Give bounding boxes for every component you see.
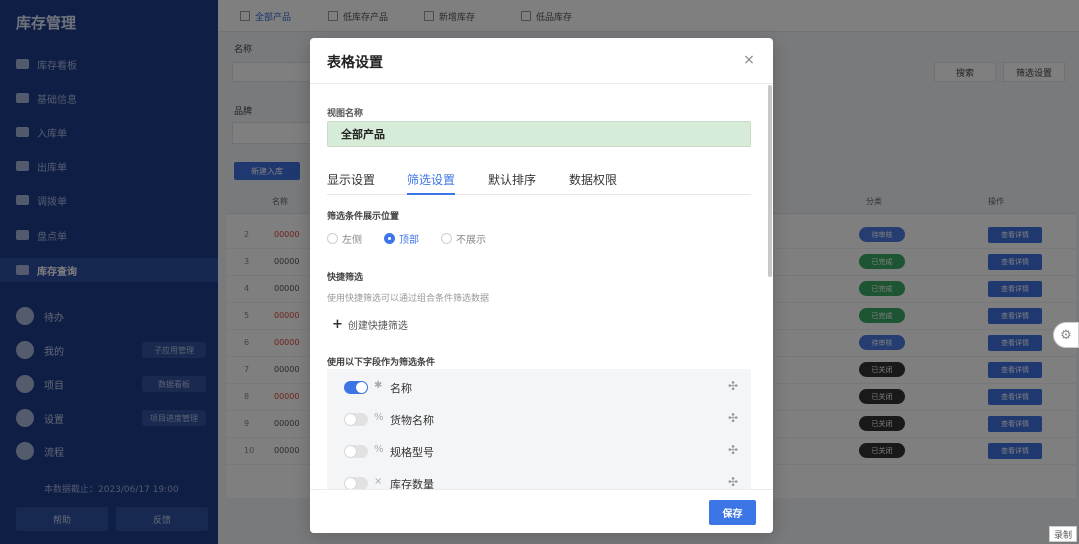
number-icon: × — [374, 476, 383, 487]
asterisk-icon: ✱ — [374, 380, 383, 391]
list-item: % 货物名称 ✣ — [327, 403, 751, 435]
floating-settings-button[interactable]: ⚙ — [1053, 322, 1079, 348]
field-toggle[interactable] — [344, 445, 368, 458]
create-quick-filter-button[interactable]: + 创建快捷筛选 — [332, 316, 408, 333]
tab-filter-settings[interactable]: 筛选设置 — [407, 171, 455, 188]
radio-circle-icon — [384, 232, 395, 244]
drag-handle-icon[interactable]: ✣ — [728, 443, 738, 457]
quick-filter-title: 快捷筛选 — [327, 273, 364, 283]
tab-default-sort[interactable]: 默认排序 — [488, 171, 536, 188]
active-tab-indicator — [407, 193, 455, 195]
dialog-footer: 保存 — [310, 489, 773, 533]
plus-icon: + — [332, 316, 343, 332]
radio-circle-icon — [441, 232, 452, 244]
drag-handle-icon[interactable]: ✣ — [728, 379, 738, 393]
filter-fields-title: 使用以下字段作为筛选条件 — [327, 358, 436, 368]
radio-label: 不展示 — [456, 234, 486, 246]
radio-label: 顶部 — [399, 234, 419, 246]
view-name-input[interactable]: 全部产品 — [327, 121, 751, 147]
field-name: 名称 — [390, 382, 412, 395]
tab-data-permissions[interactable]: 数据权限 — [569, 171, 617, 188]
drag-handle-icon[interactable]: ✣ — [728, 411, 738, 425]
radio-hidden[interactable]: 不展示 — [441, 231, 486, 246]
dialog-title: 表格设置 — [327, 55, 383, 71]
gear-icon: ⚙ — [1060, 327, 1072, 343]
drag-handle-icon[interactable]: ✣ — [728, 475, 738, 489]
close-icon[interactable]: × — [742, 53, 756, 67]
quick-filter-hint: 使用快捷筛选可以通过组合条件筛选数据 — [327, 294, 490, 304]
settings-tabs: 显示设置 筛选设置 默认排序 数据权限 — [327, 171, 751, 195]
link-icon: % — [374, 412, 384, 423]
dialog-header: 表格设置 × — [310, 38, 773, 84]
field-name: 规格型号 — [390, 446, 434, 459]
radio-label: 左侧 — [342, 234, 362, 246]
tab-display-settings[interactable]: 显示设置 — [327, 171, 375, 188]
field-toggle[interactable] — [344, 381, 368, 394]
filter-position-title: 筛选条件展示位置 — [327, 212, 400, 222]
radio-circle-icon — [327, 232, 338, 244]
view-name-label: 视图名称 — [327, 109, 364, 119]
link-icon: % — [374, 444, 384, 455]
save-button[interactable]: 保存 — [709, 500, 756, 525]
list-item: ✱ 名称 ✣ — [327, 371, 751, 403]
filter-field-list: ✱ 名称 ✣ % 货物名称 ✣ % 规格型号 ✣ × 库存数量 ✣ — [327, 369, 751, 499]
table-settings-dialog: 表格设置 × 视图名称 全部产品 显示设置 筛选设置 默认排序 数据权限 筛选条… — [310, 38, 773, 533]
create-quick-filter-label: 创建快捷筛选 — [347, 321, 408, 332]
radio-top[interactable]: 顶部 — [384, 231, 419, 246]
record-tag[interactable]: 录制 — [1049, 526, 1077, 542]
filter-position-radio-group: 左侧 顶部 不展示 — [327, 231, 508, 246]
field-name: 货物名称 — [390, 414, 434, 427]
dialog-scrollbar[interactable] — [768, 85, 772, 277]
radio-left[interactable]: 左侧 — [327, 231, 362, 246]
list-item: % 规格型号 ✣ — [327, 435, 751, 467]
field-toggle[interactable] — [344, 413, 368, 426]
